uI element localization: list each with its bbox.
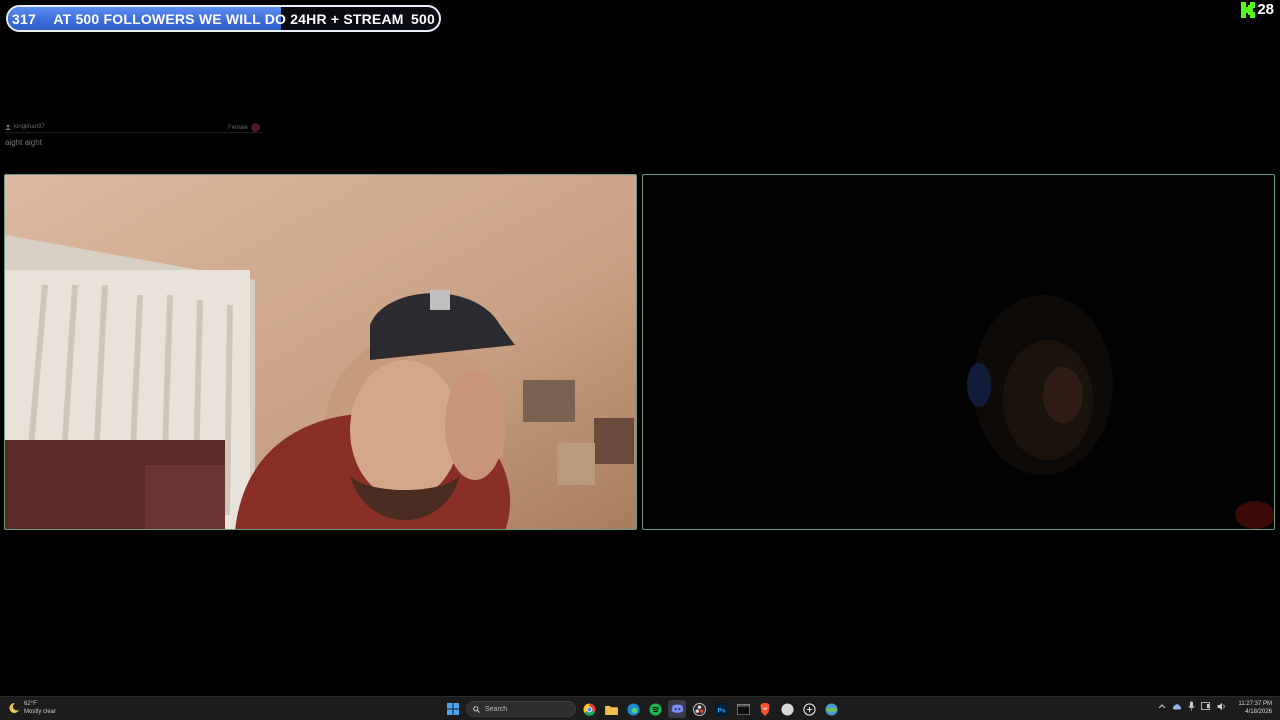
chrome-icon[interactable] — [580, 700, 598, 718]
goal-text: AT 500 FOLLOWERS WE WILL DO 24HR + STREA… — [53, 10, 404, 27]
photoshop-icon[interactable]: Ps — [712, 700, 730, 718]
weather-widget[interactable]: 62°F Mostly clear — [8, 700, 56, 716]
chat-username: kingkhan97 — [14, 123, 45, 130]
app-icon[interactable] — [778, 700, 796, 718]
search-icon — [473, 705, 480, 713]
speaker-icon[interactable] — [1217, 702, 1227, 713]
webcam-scene-left — [5, 175, 636, 529]
kick-viewer-badge: 28 — [1241, 1, 1274, 18]
kick-logo-icon — [1241, 1, 1256, 18]
discord-icon[interactable] — [668, 700, 686, 718]
weather-moon-icon — [9, 702, 19, 713]
spotify-icon[interactable] — [646, 700, 664, 718]
webcam-feed-right — [642, 174, 1275, 530]
user-icon — [5, 124, 11, 130]
app-icon-3[interactable] — [822, 700, 840, 718]
follower-goal-bar: 317 AT 500 FOLLOWERS WE WILL DO 24HR + S… — [6, 5, 441, 32]
taskbar-app-icons: Search Ps — [444, 700, 840, 718]
gender-label: Female — [228, 124, 249, 131]
microphone-icon[interactable] — [1188, 701, 1195, 713]
brave-icon[interactable] — [756, 700, 774, 718]
chat-message-text: aight aight — [5, 138, 42, 147]
goal-target-count: 500 — [411, 10, 435, 27]
clock-time: 11:27:37 PM — [1238, 701, 1272, 707]
viewer-count: 28 — [1257, 1, 1274, 18]
webcam-scene-right — [643, 175, 1274, 529]
weather-temperature: 62°F — [24, 701, 37, 707]
system-tray — [1158, 701, 1227, 713]
chevron-up-icon[interactable] — [1158, 703, 1166, 711]
windows-taskbar: 62°F Mostly clear Search Ps 11:27:37 PM — [0, 696, 1280, 720]
search-placeholder: Search — [485, 705, 508, 713]
edge-icon[interactable] — [624, 700, 642, 718]
chat-gender-tag: Female — [228, 123, 261, 132]
app-icon-2[interactable] — [800, 700, 818, 718]
webcam-feed-left — [4, 174, 637, 530]
chat-message-header: kingkhan97 Female — [5, 121, 263, 133]
taskbar-search-box[interactable]: Search — [466, 701, 576, 717]
battery-icon[interactable] — [1201, 702, 1211, 712]
obs-icon[interactable] — [690, 700, 708, 718]
svg-text:Ps: Ps — [717, 707, 725, 714]
weather-description: Mostly clear — [24, 709, 57, 715]
female-icon — [251, 123, 261, 132]
goal-current-count: 317 — [12, 10, 36, 27]
chat-username-row[interactable]: kingkhan97 — [5, 124, 45, 130]
terminal-icon[interactable] — [734, 700, 752, 718]
file-explorer-icon[interactable] — [602, 700, 620, 718]
windows-start-icon[interactable] — [444, 700, 462, 718]
cloud-tray-icon[interactable] — [1172, 703, 1182, 712]
taskbar-clock[interactable]: 11:27:37 PM 4/18/2026 — [1238, 700, 1272, 716]
clock-date: 4/18/2026 — [1245, 709, 1272, 715]
